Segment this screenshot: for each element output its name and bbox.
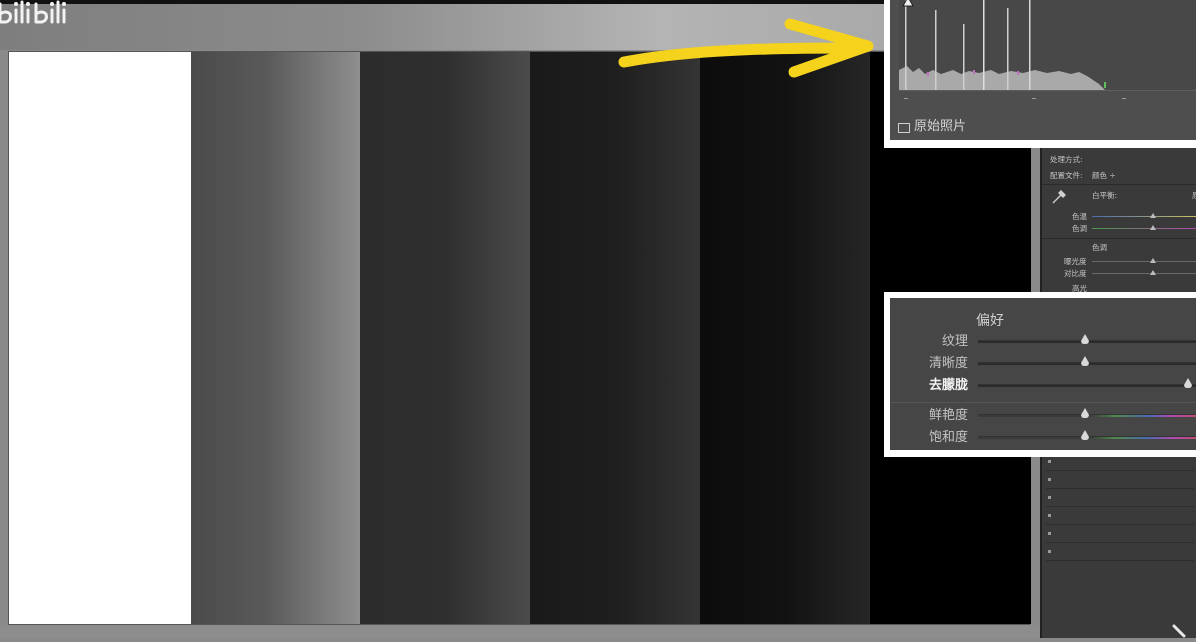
- tone-strip-gray-3: [530, 52, 700, 624]
- vibrance-slider-thumb[interactable]: [1081, 408, 1089, 418]
- dehaze-slider-thumb[interactable]: [1183, 378, 1192, 388]
- eyedropper-icon[interactable]: [1050, 188, 1068, 206]
- collapsed-panel-row[interactable]: [1046, 472, 1194, 489]
- bottom-filmstrip-edge: [0, 625, 1040, 638]
- dehaze-label: 去朦胧: [928, 378, 968, 393]
- saturation-slider-thumb[interactable]: [1081, 430, 1089, 440]
- contrast-slider-thumb[interactable]: [1150, 270, 1156, 275]
- tone-strip-gray-4: [700, 52, 870, 624]
- collapsed-panel-row[interactable]: [1046, 490, 1194, 507]
- tone-strip-gray-1: [191, 52, 360, 624]
- treatment-label: 处理方式:: [1050, 155, 1083, 164]
- profile-dropdown[interactable]: 颜色 ÷: [1092, 170, 1116, 181]
- tone-header: 色调: [1092, 243, 1107, 252]
- temp-label: 色温: [1072, 212, 1087, 221]
- clarity-label: 清晰度: [928, 356, 968, 371]
- histogram-callout: 原始照片: [884, 0, 1196, 148]
- presence-title: 偏好: [976, 313, 1004, 329]
- contrast-slider[interactable]: [1092, 273, 1196, 274]
- collapsed-panel-row[interactable]: [1046, 544, 1194, 561]
- temp-slider-thumb[interactable]: [1150, 213, 1156, 218]
- clarity-slider-thumb[interactable]: [1081, 356, 1089, 366]
- presence-panel: 偏好 纹理 清晰度 去朦胧 鲜艳度 饱和度: [890, 298, 1196, 450]
- tone-strip-white: [9, 52, 191, 624]
- saturation-label: 饱和度: [928, 430, 968, 445]
- presence-callout: 偏好 纹理 清晰度 去朦胧 鲜艳度 饱和度: [884, 292, 1196, 457]
- texture-slider-thumb[interactable]: [1081, 334, 1089, 344]
- photo-canvas: [8, 51, 1031, 625]
- collapsed-panel-row[interactable]: [1046, 526, 1194, 543]
- dehaze-slider[interactable]: [978, 384, 1196, 387]
- exposure-slider-thumb[interactable]: [1150, 258, 1156, 263]
- bilibili-watermark-logo: [0, 0, 66, 24]
- shadow-clipping-triangle-icon[interactable]: [902, 0, 914, 8]
- exposure-slider[interactable]: [1092, 261, 1196, 262]
- texture-label: 纹理: [941, 334, 968, 349]
- tint-slider[interactable]: [1092, 228, 1196, 229]
- histogram-panel: 原始照片: [890, 0, 1196, 140]
- white-balance-value[interactable]: 原: [1192, 190, 1196, 201]
- original-photo-label: 原始照片: [914, 119, 967, 134]
- profile-label: 配置文件:: [1050, 171, 1083, 180]
- chevron-right-icon[interactable]: [1168, 622, 1196, 642]
- annotation-arrow-icon: [618, 18, 874, 78]
- tint-slider-thumb[interactable]: [1150, 225, 1156, 230]
- tone-strip-gray-2: [360, 52, 530, 624]
- vibrance-label: 鲜艳度: [928, 408, 968, 423]
- white-balance-label: 白平衡:: [1092, 191, 1118, 200]
- tint-label: 色调: [1072, 224, 1087, 233]
- original-photo-checkbox[interactable]: [898, 123, 910, 133]
- histogram-graph: [899, 0, 1196, 91]
- exposure-label: 曝光度: [1064, 257, 1087, 266]
- collapsed-panel-row[interactable]: [1046, 508, 1194, 525]
- temp-slider[interactable]: [1092, 216, 1196, 217]
- contrast-label: 对比度: [1064, 269, 1087, 278]
